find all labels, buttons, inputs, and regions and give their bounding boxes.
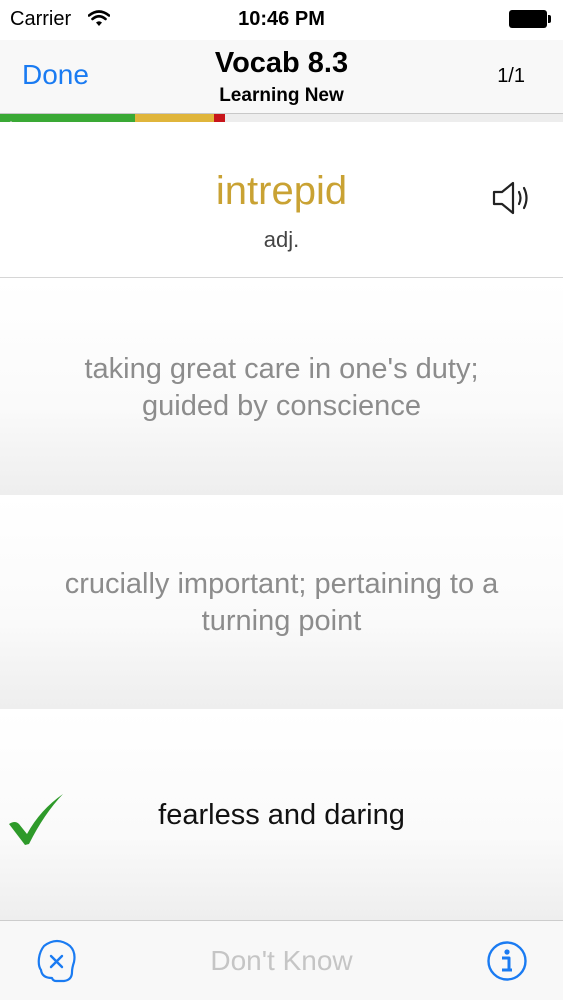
answer-choice-text: fearless and daring [158,798,405,831]
progress-segment-learning [135,114,214,122]
bottom-toolbar: Don't Know [0,920,563,1000]
status-bar: Carrier 10:46 PM [0,0,563,40]
info-icon[interactable] [486,940,528,982]
progress-segment-missed [214,114,225,122]
battery-icon [509,10,551,28]
progress-segment-known [0,114,135,122]
answer-choice-correct[interactable]: fearless and daring [0,710,563,920]
progress-bar [0,113,563,122]
navigation-bar: Done Vocab 8.3 Learning New 1/1 [0,40,563,114]
term-card: intrepid adj. [0,122,563,278]
mode-subtitle: Learning New [219,85,344,106]
clock: 10:46 PM [238,8,325,30]
speaker-icon[interactable] [490,177,532,219]
answer-choice[interactable]: taking great care in one's duty; guided … [0,280,563,495]
answer-choice-text: taking great care in one's duty; guided … [84,352,479,422]
dont-know-button[interactable]: Don't Know [0,945,563,977]
checkmark-icon [9,794,63,845]
answer-choice-text: crucially important; pertaining to a tur… [64,567,499,637]
card-counter: 1/1 [497,65,525,87]
set-title: Vocab 8.3 [214,47,349,79]
part-of-speech: adj. [263,227,300,252]
answer-choice[interactable]: crucially important; pertaining to a tur… [0,496,563,709]
term-word: intrepid [215,169,348,213]
